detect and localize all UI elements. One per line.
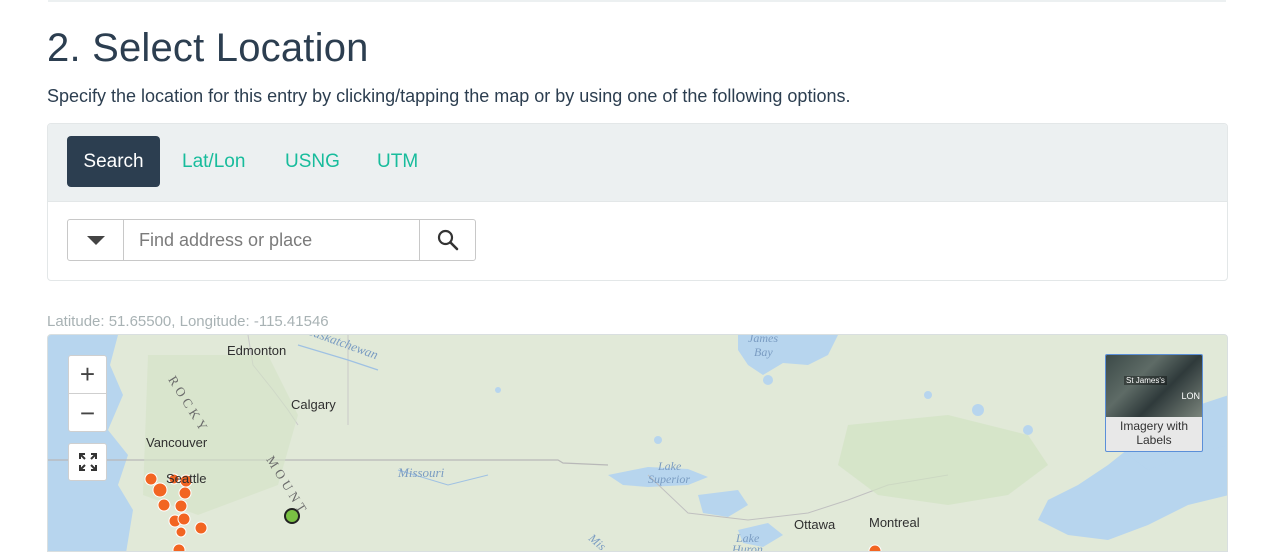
thumbnail-label-1: St James's — [1124, 376, 1167, 385]
label-lake-superior-2: Superior — [648, 472, 690, 486]
search-source-dropdown[interactable] — [68, 220, 124, 260]
tab-bar: Search Lat/Lon USNG UTM — [48, 124, 1227, 202]
tab-utm[interactable]: UTM — [359, 136, 436, 187]
label-seattle: Seattle — [166, 471, 207, 486]
expand-icon — [78, 453, 97, 471]
zoom-in-button[interactable]: + — [69, 356, 106, 394]
basemap-toggle[interactable]: St James's LON Imagery with Labels — [1105, 354, 1203, 452]
section-divider — [48, 0, 1226, 2]
basemap-thumbnail: St James's LON — [1106, 355, 1202, 417]
location-options-panel: Search Lat/Lon USNG UTM — [47, 123, 1228, 281]
label-ottawa: Ottawa — [794, 517, 836, 532]
tab-search[interactable]: Search — [67, 136, 160, 187]
geocoder-search — [67, 219, 476, 261]
label-edmonton: Edmonton — [227, 343, 287, 358]
label-james-bay-2: Bay — [754, 345, 773, 359]
location-map[interactable]: Edmonton Saskatchewan Calgary Vancouver … — [47, 334, 1228, 552]
coordinate-readout: Latitude: 51.65500, Longitude: -115.4154… — [47, 313, 329, 330]
basemap-label: Imagery with Labels — [1119, 419, 1189, 447]
caret-down-icon — [86, 235, 105, 245]
search-button[interactable] — [419, 220, 475, 260]
tab-lat-lon[interactable]: Lat/Lon — [164, 136, 263, 187]
search-icon — [437, 229, 458, 251]
label-calgary: Calgary — [291, 397, 336, 412]
label-lake-huron-2: Huron — [732, 542, 763, 552]
label-montreal: Montreal — [869, 515, 920, 530]
label-missouri: Missouri — [398, 465, 445, 480]
zoom-out-button[interactable]: − — [69, 394, 106, 432]
thumbnail-label-2: LON — [1181, 391, 1200, 401]
zoom-control: + − — [68, 355, 107, 432]
section-description: Specify the location for this entry by c… — [47, 86, 851, 106]
search-input[interactable] — [124, 220, 419, 260]
label-vancouver: Vancouver — [146, 435, 208, 450]
tab-usng[interactable]: USNG — [267, 136, 358, 187]
page-title: 2. Select Location — [47, 26, 369, 70]
basemap-layer — [48, 335, 1227, 551]
full-extent-button[interactable] — [68, 443, 107, 481]
